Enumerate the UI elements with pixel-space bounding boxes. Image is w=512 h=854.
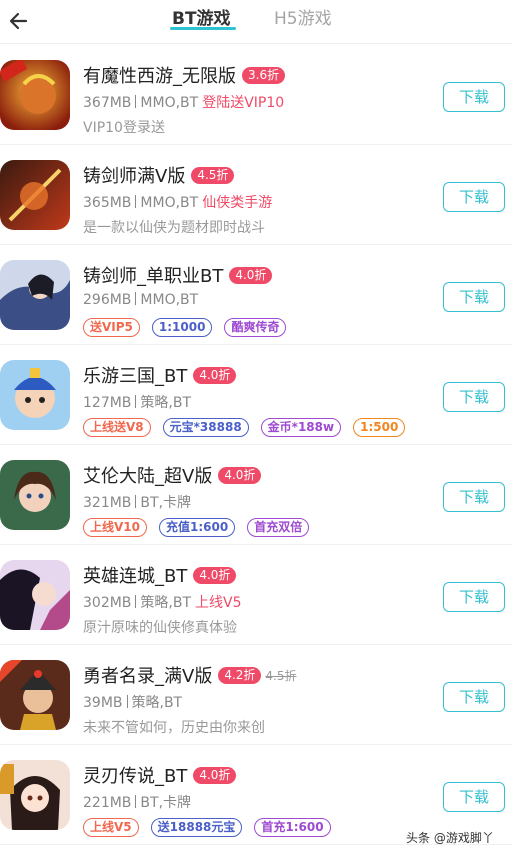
game-size: 302MB	[83, 595, 132, 611]
top-bar: BT游戏 H5游戏	[0, 0, 512, 44]
tab-h5-games[interactable]: H5游戏	[274, 8, 332, 30]
game-description: VIP10登录送	[83, 120, 165, 136]
game-tag: 酷爽传奇	[224, 318, 287, 337]
game-tag: 首充双倍	[247, 518, 310, 537]
meta-divider	[135, 595, 137, 608]
game-size: 127MB	[83, 395, 132, 411]
tag-list: 上线V10 充值1:600 首充双倍	[83, 518, 310, 537]
game-category: MMO,BT	[140, 195, 199, 211]
game-category: 策略,BT	[140, 595, 192, 611]
download-button[interactable]: 下载	[443, 482, 505, 512]
game-row[interactable]: 铸剑师_单职业BT 4.0折 296MB MMO,BT 送VIP5 1:1000 酷…	[0, 245, 512, 345]
back-arrow-icon[interactable]	[6, 6, 36, 36]
game-title: 英雄连城_BT	[83, 566, 188, 587]
discount-badge: 4.0折	[193, 366, 237, 384]
watermark: 头条 @游戏脚丫	[406, 831, 494, 845]
meta-divider	[135, 395, 137, 408]
download-button[interactable]: 下载	[443, 282, 505, 312]
game-icon-sword-master[interactable]	[0, 160, 70, 230]
game-row[interactable]: 有魔性西游_无限版 3.6折 367MB MMO,BT 登陆送VIP10 VIP10登…	[0, 45, 512, 145]
game-icon-hero-roster[interactable]	[0, 660, 70, 730]
game-row[interactable]: 勇者名录_满V版 4.2折 4.5折 39MB 策略,BT 未来不管如何，历史由你来创…	[0, 645, 512, 745]
tag-list: 上线送V8 元宝*38888 金币*188w 1:500	[83, 418, 406, 437]
game-icon-monkey-king[interactable]	[0, 60, 70, 130]
game-icon-allen-continent[interactable]	[0, 460, 70, 530]
discount-badge: 4.0折	[218, 466, 262, 484]
game-highlight: 仙侠类手游	[202, 195, 273, 211]
meta-divider	[135, 795, 137, 808]
game-title: 灵刃传说_BT	[83, 766, 188, 787]
game-icon-three-kingdoms[interactable]	[0, 360, 70, 430]
download-button[interactable]: 下载	[443, 682, 505, 712]
discount-badge: 4.0折	[193, 566, 237, 584]
download-button[interactable]: 下载	[443, 582, 505, 612]
game-tag: 上线V5	[83, 818, 139, 837]
discount-badge: 4.0折	[193, 766, 237, 784]
game-tag: 首充1:600	[254, 818, 331, 837]
game-tag: 金币*188w	[260, 418, 342, 437]
discount-badge: 4.2折	[218, 666, 262, 684]
game-highlight: 上线V5	[195, 595, 242, 611]
game-category: MMO,BT	[140, 292, 199, 308]
game-row[interactable]: 英雄连城_BT 4.0折 302MB 策略,BT 上线V5 原汁原味的仙侠修真体验 下…	[0, 545, 512, 645]
game-tag: 上线送V8	[83, 418, 151, 437]
game-tag: 元宝*38888	[162, 418, 249, 437]
meta-divider	[135, 195, 137, 208]
game-icon-blade-legend[interactable]	[0, 760, 70, 830]
game-row[interactable]: 乐游三国_BT 4.0折 127MB 策略,BT 上线送V8 元宝*38888 金币…	[0, 345, 512, 445]
game-category: 策略,BT	[131, 695, 183, 711]
game-title: 有魔性西游_无限版	[83, 66, 236, 87]
game-category: BT,卡牌	[140, 795, 192, 811]
game-icon-sword-master-bt[interactable]	[0, 260, 70, 330]
game-row[interactable]: 铸剑师满V版 4.5折 365MB MMO,BT 仙侠类手游 是一款以仙侠为题材即时战…	[0, 145, 512, 245]
game-category: MMO,BT	[140, 95, 199, 111]
download-button[interactable]: 下载	[443, 382, 505, 412]
tag-list: 上线V5 送18888元宝 首充1:600	[83, 818, 331, 837]
meta-divider	[126, 695, 128, 708]
discount-badge: 4.0折	[229, 266, 273, 284]
game-category: 策略,BT	[140, 395, 192, 411]
meta-divider	[135, 495, 137, 508]
game-tag: 充值1:600	[159, 518, 236, 537]
game-title: 勇者名录_满V版	[83, 666, 213, 687]
game-description: 原汁原味的仙侠修真体验	[83, 620, 237, 636]
game-size: 365MB	[83, 195, 132, 211]
game-list: 有魔性西游_无限版 3.6折 367MB MMO,BT 登陆送VIP10 VIP10登…	[0, 45, 512, 845]
download-button[interactable]: 下载	[443, 182, 505, 212]
game-row[interactable]: 艾伦大陆_超V版 4.0折 321MB BT,卡牌 上线V10 充值1:600 首充…	[0, 445, 512, 545]
discount-badge: 4.5折	[191, 166, 235, 184]
download-button[interactable]: 下载	[443, 782, 505, 812]
game-tag: 送VIP5	[83, 318, 140, 337]
game-icon-hero-city[interactable]	[0, 560, 70, 630]
original-discount: 4.5折	[265, 668, 297, 683]
game-size: 221MB	[83, 795, 132, 811]
game-tag: 送18888元宝	[150, 818, 243, 837]
meta-divider	[135, 95, 137, 108]
game-size: 367MB	[83, 95, 132, 111]
game-title: 乐游三国_BT	[83, 366, 188, 387]
active-tab-indicator	[170, 27, 236, 30]
download-button[interactable]: 下载	[443, 82, 505, 112]
game-tag: 1:500	[353, 418, 406, 437]
tag-list: 送VIP5 1:1000 酷爽传奇	[83, 318, 287, 337]
game-description: 是一款以仙侠为题材即时战斗	[83, 220, 265, 236]
game-highlight: 登陆送VIP10	[202, 95, 285, 111]
game-tag: 上线V10	[83, 518, 147, 537]
discount-badge: 3.6折	[242, 66, 286, 84]
game-description: 未来不管如何，历史由你来创	[83, 720, 265, 736]
meta-divider	[135, 292, 137, 305]
game-size: 39MB	[83, 695, 123, 711]
game-category: BT,卡牌	[140, 495, 192, 511]
game-tag: 1:1000	[151, 318, 213, 337]
game-size: 296MB	[83, 292, 132, 308]
game-title: 艾伦大陆_超V版	[83, 466, 213, 487]
game-size: 321MB	[83, 495, 132, 511]
game-title: 铸剑师_单职业BT	[83, 266, 224, 287]
game-title: 铸剑师满V版	[83, 166, 186, 187]
